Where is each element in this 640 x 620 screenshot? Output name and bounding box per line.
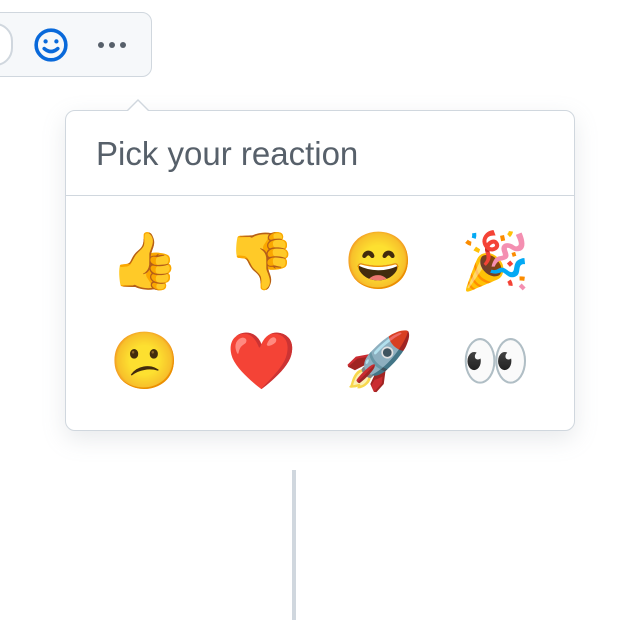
reaction-hooray[interactable]: 🎉 bbox=[461, 226, 531, 296]
reaction-laugh[interactable]: 😄 bbox=[344, 226, 414, 296]
truncated-pill[interactable]: r bbox=[0, 23, 13, 66]
comment-actions-toolbar: r bbox=[0, 12, 152, 77]
kebab-icon bbox=[98, 42, 104, 48]
smiley-icon bbox=[33, 27, 69, 63]
reactions-grid: 👍 👎 😄 🎉 😕 ❤️ 🚀 👀 bbox=[66, 196, 574, 430]
reaction-confused[interactable]: 😕 bbox=[110, 326, 180, 396]
popover-title: Pick your reaction bbox=[66, 111, 574, 196]
reaction-picker-popover: Pick your reaction 👍 👎 😄 🎉 😕 ❤️ 🚀 👀 bbox=[65, 110, 575, 431]
reaction-heart[interactable]: ❤️ bbox=[227, 326, 297, 396]
more-actions-button[interactable] bbox=[89, 25, 135, 65]
add-reaction-button[interactable] bbox=[31, 25, 71, 65]
reaction-thumbs-up[interactable]: 👍 bbox=[110, 226, 180, 296]
reaction-eyes[interactable]: 👀 bbox=[461, 326, 531, 396]
reaction-rocket[interactable]: 🚀 bbox=[344, 326, 414, 396]
kebab-icon bbox=[120, 42, 126, 48]
kebab-icon bbox=[109, 42, 115, 48]
popover-caret bbox=[126, 99, 150, 111]
reaction-thumbs-down[interactable]: 👎 bbox=[227, 226, 297, 296]
timeline-connector bbox=[292, 470, 296, 620]
